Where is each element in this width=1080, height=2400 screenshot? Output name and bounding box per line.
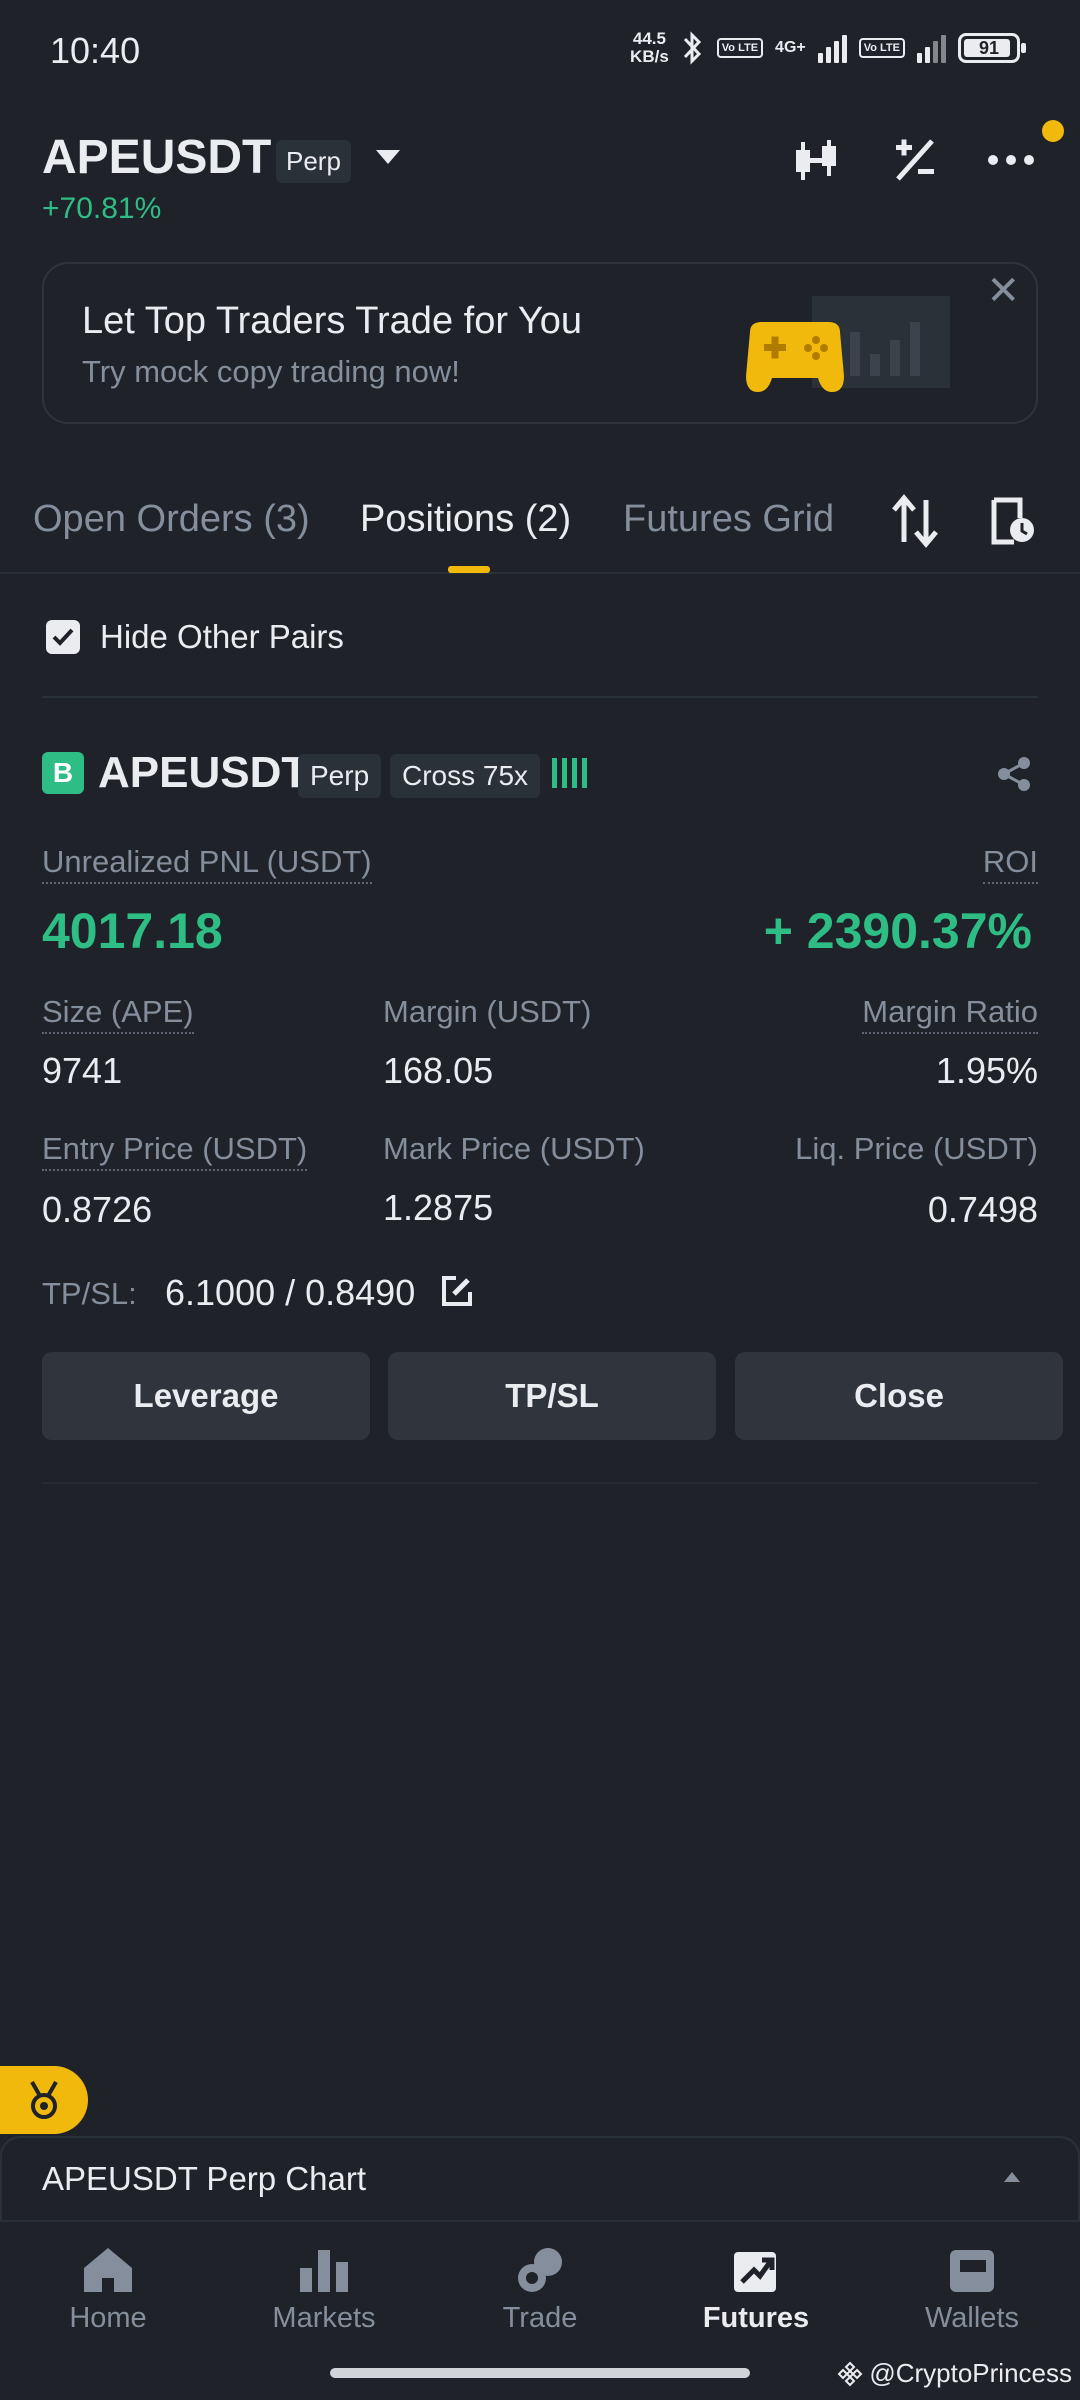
edit-icon[interactable] <box>440 1274 474 1313</box>
trade-icon <box>518 2248 562 2292</box>
sort-icon[interactable] <box>892 494 938 553</box>
roi-value: + 2390.37% <box>763 903 1032 959</box>
tabs-divider <box>0 572 1080 574</box>
medal-icon <box>30 2081 58 2119</box>
close-position-button[interactable]: Close <box>735 1352 1063 1440</box>
nav-trade[interactable]: Trade <box>432 2246 648 2335</box>
unrealized-pnl-value: 4017.18 <box>42 903 223 959</box>
roi-label[interactable]: ROI <box>982 844 1038 884</box>
notification-dot <box>1042 120 1064 142</box>
volte-icon: Vo LTE <box>716 38 764 58</box>
margin-mode-tag[interactable]: Cross 75x <box>390 754 541 798</box>
calculator-icon[interactable] <box>890 135 940 185</box>
position-symbol[interactable]: APEUSDT <box>98 748 308 798</box>
gamepad-chart-illustration <box>740 292 956 407</box>
candlestick-chart-icon[interactable] <box>792 135 842 185</box>
nav-futures[interactable]: Futures <box>648 2246 864 2335</box>
signal-icon-2 <box>917 33 946 63</box>
banner-title: Let Top Traders Trade for You <box>82 300 582 342</box>
tab-open-orders[interactable]: Open Orders (3) <box>33 498 310 541</box>
battery-icon: 91 <box>958 33 1026 63</box>
size-value: 9741 <box>42 1050 123 1091</box>
mark-price-value: 1.2875 <box>383 1187 494 1228</box>
binance-logo-icon <box>837 2361 863 2386</box>
hide-other-pairs-label[interactable]: Hide Other Pairs <box>100 618 344 656</box>
divider <box>42 696 1038 698</box>
margin-ratio-label[interactable]: Margin Ratio <box>862 994 1038 1034</box>
side-badge: B <box>42 752 84 794</box>
order-history-icon[interactable] <box>990 496 1036 551</box>
chevron-up-icon[interactable] <box>1004 2172 1020 2182</box>
nav-home[interactable]: Home <box>0 2246 216 2335</box>
divider <box>42 1482 1038 1484</box>
more-icon[interactable] <box>986 135 1036 185</box>
rewards-medal-button[interactable] <box>0 2066 88 2134</box>
active-tab-indicator <box>448 566 490 573</box>
tab-positions[interactable]: Positions (2) <box>360 498 571 541</box>
adl-indicator-icon <box>552 758 587 788</box>
volte-icon-2: Vo LTE <box>858 38 905 58</box>
status-time: 10:40 <box>50 30 141 71</box>
tab-futures-grid[interactable]: Futures Grid <box>623 498 834 541</box>
entry-price-value: 0.8726 <box>42 1189 153 1230</box>
contract-type-tag: Perp <box>276 140 351 183</box>
share-icon[interactable] <box>996 756 1032 797</box>
hide-other-pairs-checkbox[interactable] <box>46 620 80 654</box>
futures-icon <box>734 2252 776 2292</box>
markets-icon <box>300 2250 348 2292</box>
net-speed: 44.5 KB/s <box>630 29 669 66</box>
home-icon <box>84 2248 132 2292</box>
entry-price-label[interactable]: Entry Price (USDT) <box>42 1131 308 1171</box>
position-contract-tag: Perp <box>298 754 382 798</box>
nav-wallets[interactable]: Wallets <box>864 2246 1080 2335</box>
pair-symbol[interactable]: APEUSDT <box>42 130 271 185</box>
signal-icon <box>817 33 847 63</box>
home-indicator <box>330 2368 750 2378</box>
price-change: +70.81% <box>42 192 162 225</box>
tpsl-label: TP/SL: <box>42 1276 137 1311</box>
size-label[interactable]: Size (APE) <box>42 994 194 1034</box>
checkmark-icon <box>52 628 74 646</box>
network-type: 4G+ <box>775 39 806 56</box>
bluetooth-icon <box>683 31 701 65</box>
mark-price-label: Mark Price (USDT) <box>383 1131 645 1166</box>
liq-price-label: Liq. Price (USDT) <box>795 1131 1038 1166</box>
tpsl-button[interactable]: TP/SL <box>388 1352 716 1440</box>
banner-subtitle: Try mock copy trading now! <box>82 354 460 389</box>
nav-markets[interactable]: Markets <box>216 2246 432 2335</box>
margin-ratio-value: 1.95% <box>935 1050 1038 1091</box>
chart-panel-label[interactable]: APEUSDT Perp Chart <box>42 2160 366 2198</box>
tpsl-value: 6.1000 / 0.8490 <box>165 1272 416 1313</box>
margin-value: 168.05 <box>383 1050 494 1091</box>
liq-price-value: 0.7498 <box>927 1189 1038 1230</box>
status-icons: 44.5 KB/s Vo LTE 4G+ Vo LTE 91 <box>630 29 1026 66</box>
chevron-down-icon[interactable] <box>376 150 400 164</box>
wallet-icon <box>950 2250 994 2292</box>
watermark: @CryptoPrincess <box>837 2358 1072 2389</box>
close-icon[interactable]: ✕ <box>986 268 1020 314</box>
margin-label: Margin (USDT) <box>383 994 592 1029</box>
unrealized-pnl-label[interactable]: Unrealized PNL (USDT) <box>42 844 372 884</box>
leverage-button[interactable]: Leverage <box>42 1352 370 1440</box>
